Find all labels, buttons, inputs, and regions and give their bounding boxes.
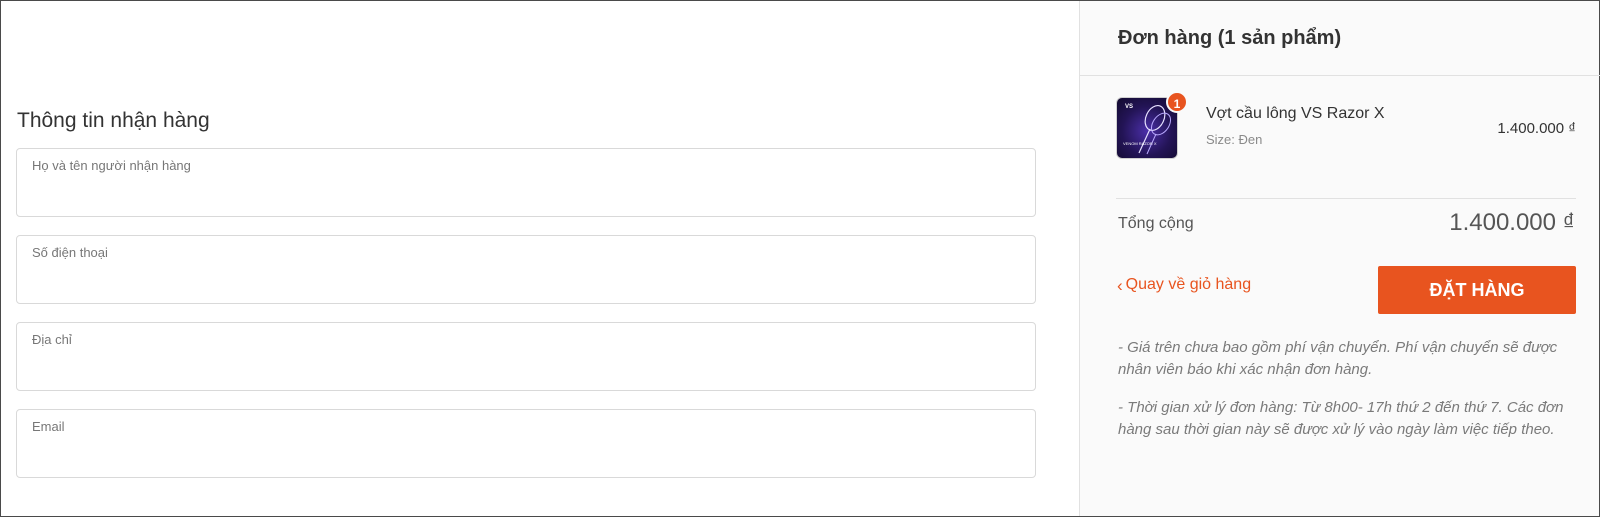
address-input[interactable] (32, 353, 1017, 381)
quantity-badge: 1 (1166, 91, 1188, 113)
thumbnail-brand-text: VS (1125, 104, 1133, 110)
phone-input[interactable] (32, 266, 1017, 294)
order-item: VS VENOM RAZOR X 1 Vợt cầu lông VS Razor… (1116, 91, 1576, 161)
phone-label: Số điện thoại (32, 245, 108, 260)
product-name: Vợt cầu lông VS Razor X (1206, 105, 1385, 122)
divider (1116, 198, 1576, 199)
shipping-fee-note: - Giá trên chưa bao gồm phí vận chuyển. … (1118, 339, 1558, 378)
chevron-left-icon: ‹ (1117, 275, 1123, 295)
shipping-info-title: Thông tin nhận hàng (17, 109, 210, 132)
email-input[interactable] (32, 440, 1017, 468)
back-to-cart-label: Quay về giỏ hàng (1125, 276, 1252, 293)
processing-time-note: - Thời gian xử lý đơn hàng: Từ 8h00- 17h… (1118, 399, 1564, 438)
address-field[interactable]: Địa chỉ (16, 322, 1036, 391)
order-summary-panel: Đơn hàng (1 sản phẩm) VS VENOM RAZOR X 1… (1079, 1, 1600, 516)
logo-placeholder (25, 51, 71, 57)
total-label: Tổng cộng (1118, 215, 1194, 232)
email-field[interactable]: Email (16, 409, 1036, 478)
order-summary-title: Đơn hàng (1 sản phẩm) (1118, 27, 1342, 49)
full-name-label: Họ và tên người nhận hàng (32, 158, 191, 173)
phone-field[interactable]: Số điện thoại (16, 235, 1036, 304)
email-label: Email (32, 419, 65, 434)
address-label: Địa chỉ (32, 332, 72, 347)
divider (1080, 75, 1600, 76)
checkout-form-panel: Thông tin nhận hàng Họ và tên người nhận… (1, 1, 1079, 516)
full-name-field[interactable]: Họ và tên người nhận hàng (16, 148, 1036, 217)
total-value: 1.400.000 ₫ (1449, 209, 1575, 236)
place-order-button[interactable]: ĐẶT HÀNG (1378, 266, 1576, 314)
full-name-input[interactable] (32, 179, 1017, 207)
product-price: 1.400.000 ₫ (1497, 120, 1576, 137)
back-to-cart-link[interactable]: ‹ Quay về giỏ hàng (1117, 276, 1251, 294)
product-variant: Size: Đen (1206, 132, 1263, 147)
thumbnail-caption: VENOM RAZOR X (1123, 141, 1157, 146)
